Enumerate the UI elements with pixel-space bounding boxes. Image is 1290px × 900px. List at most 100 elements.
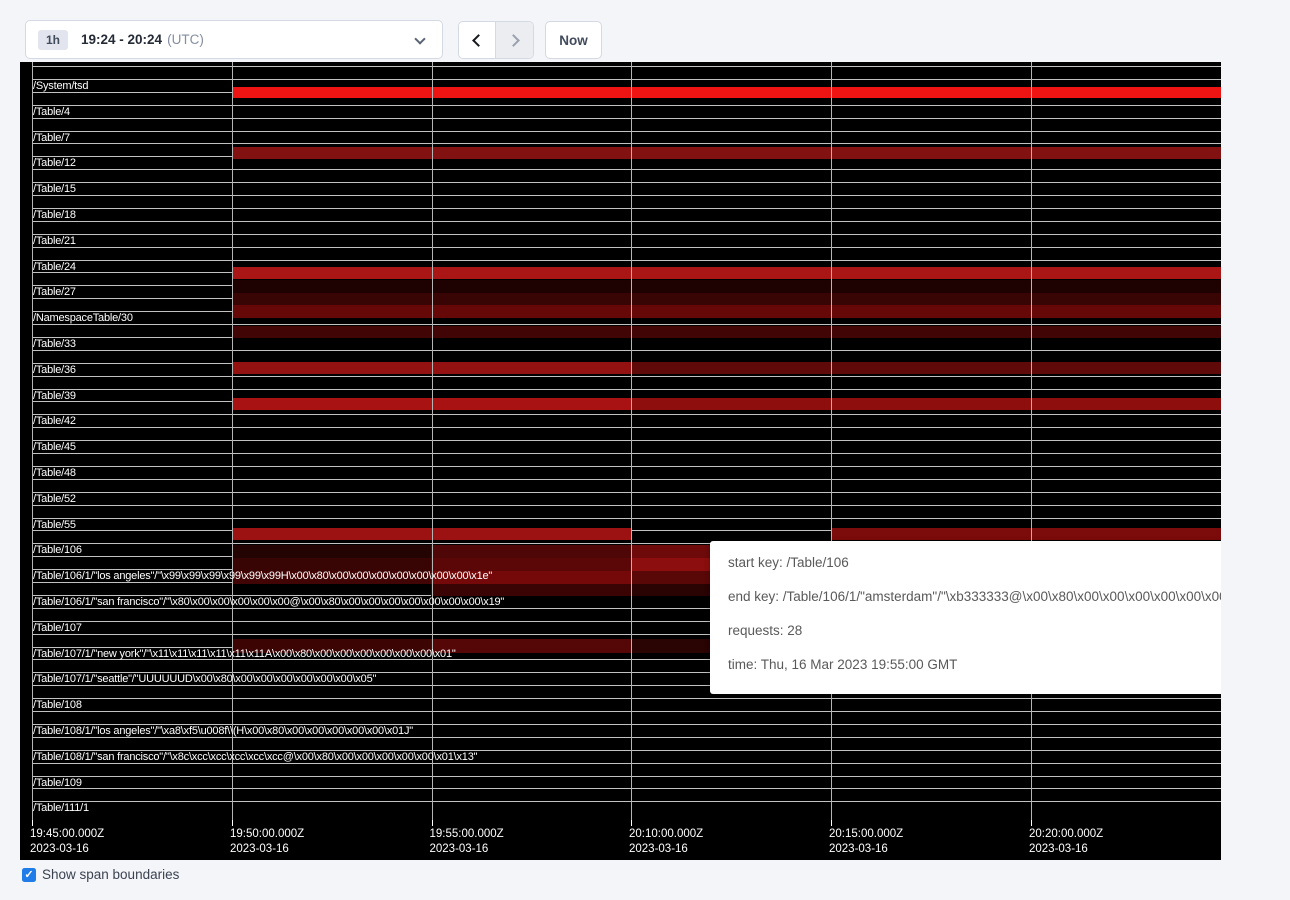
heatmap-band[interactable] (232, 326, 1221, 339)
time-gridline (432, 62, 433, 820)
row-label: /Table/39 (33, 390, 76, 402)
key-visualizer-page: 1h 19:24 - 20:24 (UTC) Now /System/tsd/T… (0, 0, 1290, 900)
row-label: /Table/15 (33, 183, 76, 195)
next-range-button[interactable] (496, 22, 533, 58)
span-boundary-line (32, 389, 1221, 390)
row-label: /Table/108 (33, 699, 82, 711)
heatmap-band[interactable] (631, 398, 1221, 410)
span-boundary-line (32, 143, 1221, 144)
span-boundary-line (32, 466, 1221, 467)
row-label: /Table/107/1/"seattle"/"UUUUUUD\x00\x80\… (33, 673, 376, 685)
row-label: /Table/108/1/"los angeles"/"\xa8\xf5\u00… (33, 725, 413, 737)
span-boundary-line (32, 182, 1221, 183)
show-span-boundaries-label: Show span boundaries (42, 867, 179, 882)
heatmap-band[interactable] (232, 147, 1221, 159)
x-axis-label: 19:50:00.000Z 2023-03-16 (230, 827, 304, 857)
span-boundary-line (32, 453, 1221, 454)
show-span-boundaries-checkbox[interactable]: ✓ (22, 868, 36, 882)
time-range-zone: (UTC) (167, 32, 204, 47)
row-label: /Table/24 (33, 261, 76, 273)
footer-controls: ✓ Show span boundaries (22, 867, 179, 882)
heatmap-band[interactable] (431, 558, 631, 571)
row-label: /Table/106/1/"san francisco"/"\x80\x00\x… (33, 596, 504, 608)
time-gridline (831, 62, 832, 820)
span-boundary-line (32, 518, 1221, 519)
time-range-value: 19:24 - 20:24 (81, 32, 162, 47)
now-button[interactable]: Now (545, 21, 602, 59)
span-boundary-line (32, 247, 1221, 248)
x-axis-label: 19:55:00.000Z 2023-03-16 (430, 827, 504, 857)
time-gridline (232, 62, 233, 820)
span-boundary-line (32, 105, 1221, 106)
chevron-left-icon (472, 34, 485, 47)
heatmap-band[interactable] (431, 545, 631, 558)
span-boundary-line (32, 260, 1221, 261)
x-axis-tick (1031, 820, 1032, 826)
heatmap-band[interactable] (232, 87, 1221, 98)
heatmap-band[interactable] (232, 267, 1221, 279)
x-axis-label: 20:10:00.000Z 2023-03-16 (629, 827, 703, 857)
row-label: /Table/107/1/"new york"/"\x11\x11\x11\x1… (33, 648, 456, 660)
time-gridline (1031, 62, 1032, 820)
time-range-nav (458, 21, 534, 59)
heatmap-band[interactable] (232, 280, 1221, 294)
row-label: /Table/18 (33, 209, 76, 221)
heatmap-band[interactable] (232, 293, 1221, 305)
row-label: /NamespaceTable/30 (33, 312, 133, 324)
row-label: /Table/55 (33, 519, 76, 531)
span-boundary-line (32, 492, 1221, 493)
span-boundary-line (32, 788, 1221, 789)
span-boundary-line (32, 698, 1221, 699)
span-boundary-line (32, 221, 1221, 222)
row-label: /Table/106 (33, 544, 82, 556)
heatmap-band[interactable] (831, 528, 1221, 540)
row-label: /Table/36 (33, 364, 76, 376)
row-label: /Table/52 (33, 493, 76, 505)
span-boundary-line (32, 414, 1221, 415)
span-boundary-line (32, 195, 1221, 196)
previous-range-button[interactable] (459, 22, 496, 58)
key-visualizer[interactable]: /System/tsd/Table/4/Table/7/Table/12/Tab… (20, 62, 1221, 860)
span-boundary-line (32, 79, 1221, 80)
time-range-preset-badge: 1h (38, 30, 68, 50)
heatmap-band[interactable] (232, 558, 431, 571)
row-label: /Table/42 (33, 415, 76, 427)
span-boundary-line (32, 66, 1221, 67)
row-label: /Table/48 (33, 467, 76, 479)
tooltip-requests: requests: 28 (728, 614, 1221, 648)
heatmap-band[interactable] (431, 584, 631, 597)
span-boundary-line (32, 801, 1221, 802)
row-label: /Table/4 (33, 106, 70, 118)
tooltip-time: time: Thu, 16 Mar 2023 19:55:00 GMT (728, 648, 1221, 682)
row-label: /Table/111/1 (33, 802, 89, 814)
span-boundary-line (32, 427, 1221, 428)
span-boundary-line (32, 376, 1221, 377)
heatmap-band[interactable] (431, 639, 631, 653)
heatmap-band[interactable] (232, 305, 1221, 318)
row-label: /Table/21 (33, 235, 76, 247)
chevron-right-icon (507, 34, 520, 47)
row-label: /Table/12 (33, 157, 76, 169)
span-boundary-line (32, 234, 1221, 235)
row-label: /Table/33 (33, 338, 76, 350)
x-axis-tick (432, 820, 433, 826)
row-label: /System/tsd (33, 80, 88, 92)
row-label: /Table/7 (33, 132, 70, 144)
time-range-select[interactable]: 1h 19:24 - 20:24 (UTC) (25, 20, 443, 59)
tooltip-start-key: start key: /Table/106 (728, 546, 1221, 580)
row-label: /Table/108/1/"san francisco"/"\x8c\xcc\x… (33, 751, 477, 763)
span-tooltip: start key: /Table/106 end key: /Table/10… (710, 541, 1221, 694)
x-axis-label: 20:15:00.000Z 2023-03-16 (829, 827, 903, 857)
x-axis-label: 19:45:00.000Z 2023-03-16 (30, 827, 104, 857)
span-boundary-line (32, 440, 1221, 441)
span-boundary-line (32, 169, 1221, 170)
span-boundary-line (32, 776, 1221, 777)
span-boundary-line (32, 711, 1221, 712)
span-boundary-line (32, 479, 1221, 480)
heatmap-plot: /System/tsd/Table/4/Table/7/Table/12/Tab… (20, 62, 1221, 860)
heatmap-band[interactable] (232, 545, 431, 558)
span-boundary-line (32, 350, 1221, 351)
heatmap-band[interactable] (631, 362, 1221, 374)
x-axis-label: 20:20:00.000Z 2023-03-16 (1029, 827, 1103, 857)
tooltip-end-key: end key: /Table/106/1/"amsterdam"/"\xb33… (728, 580, 1221, 614)
